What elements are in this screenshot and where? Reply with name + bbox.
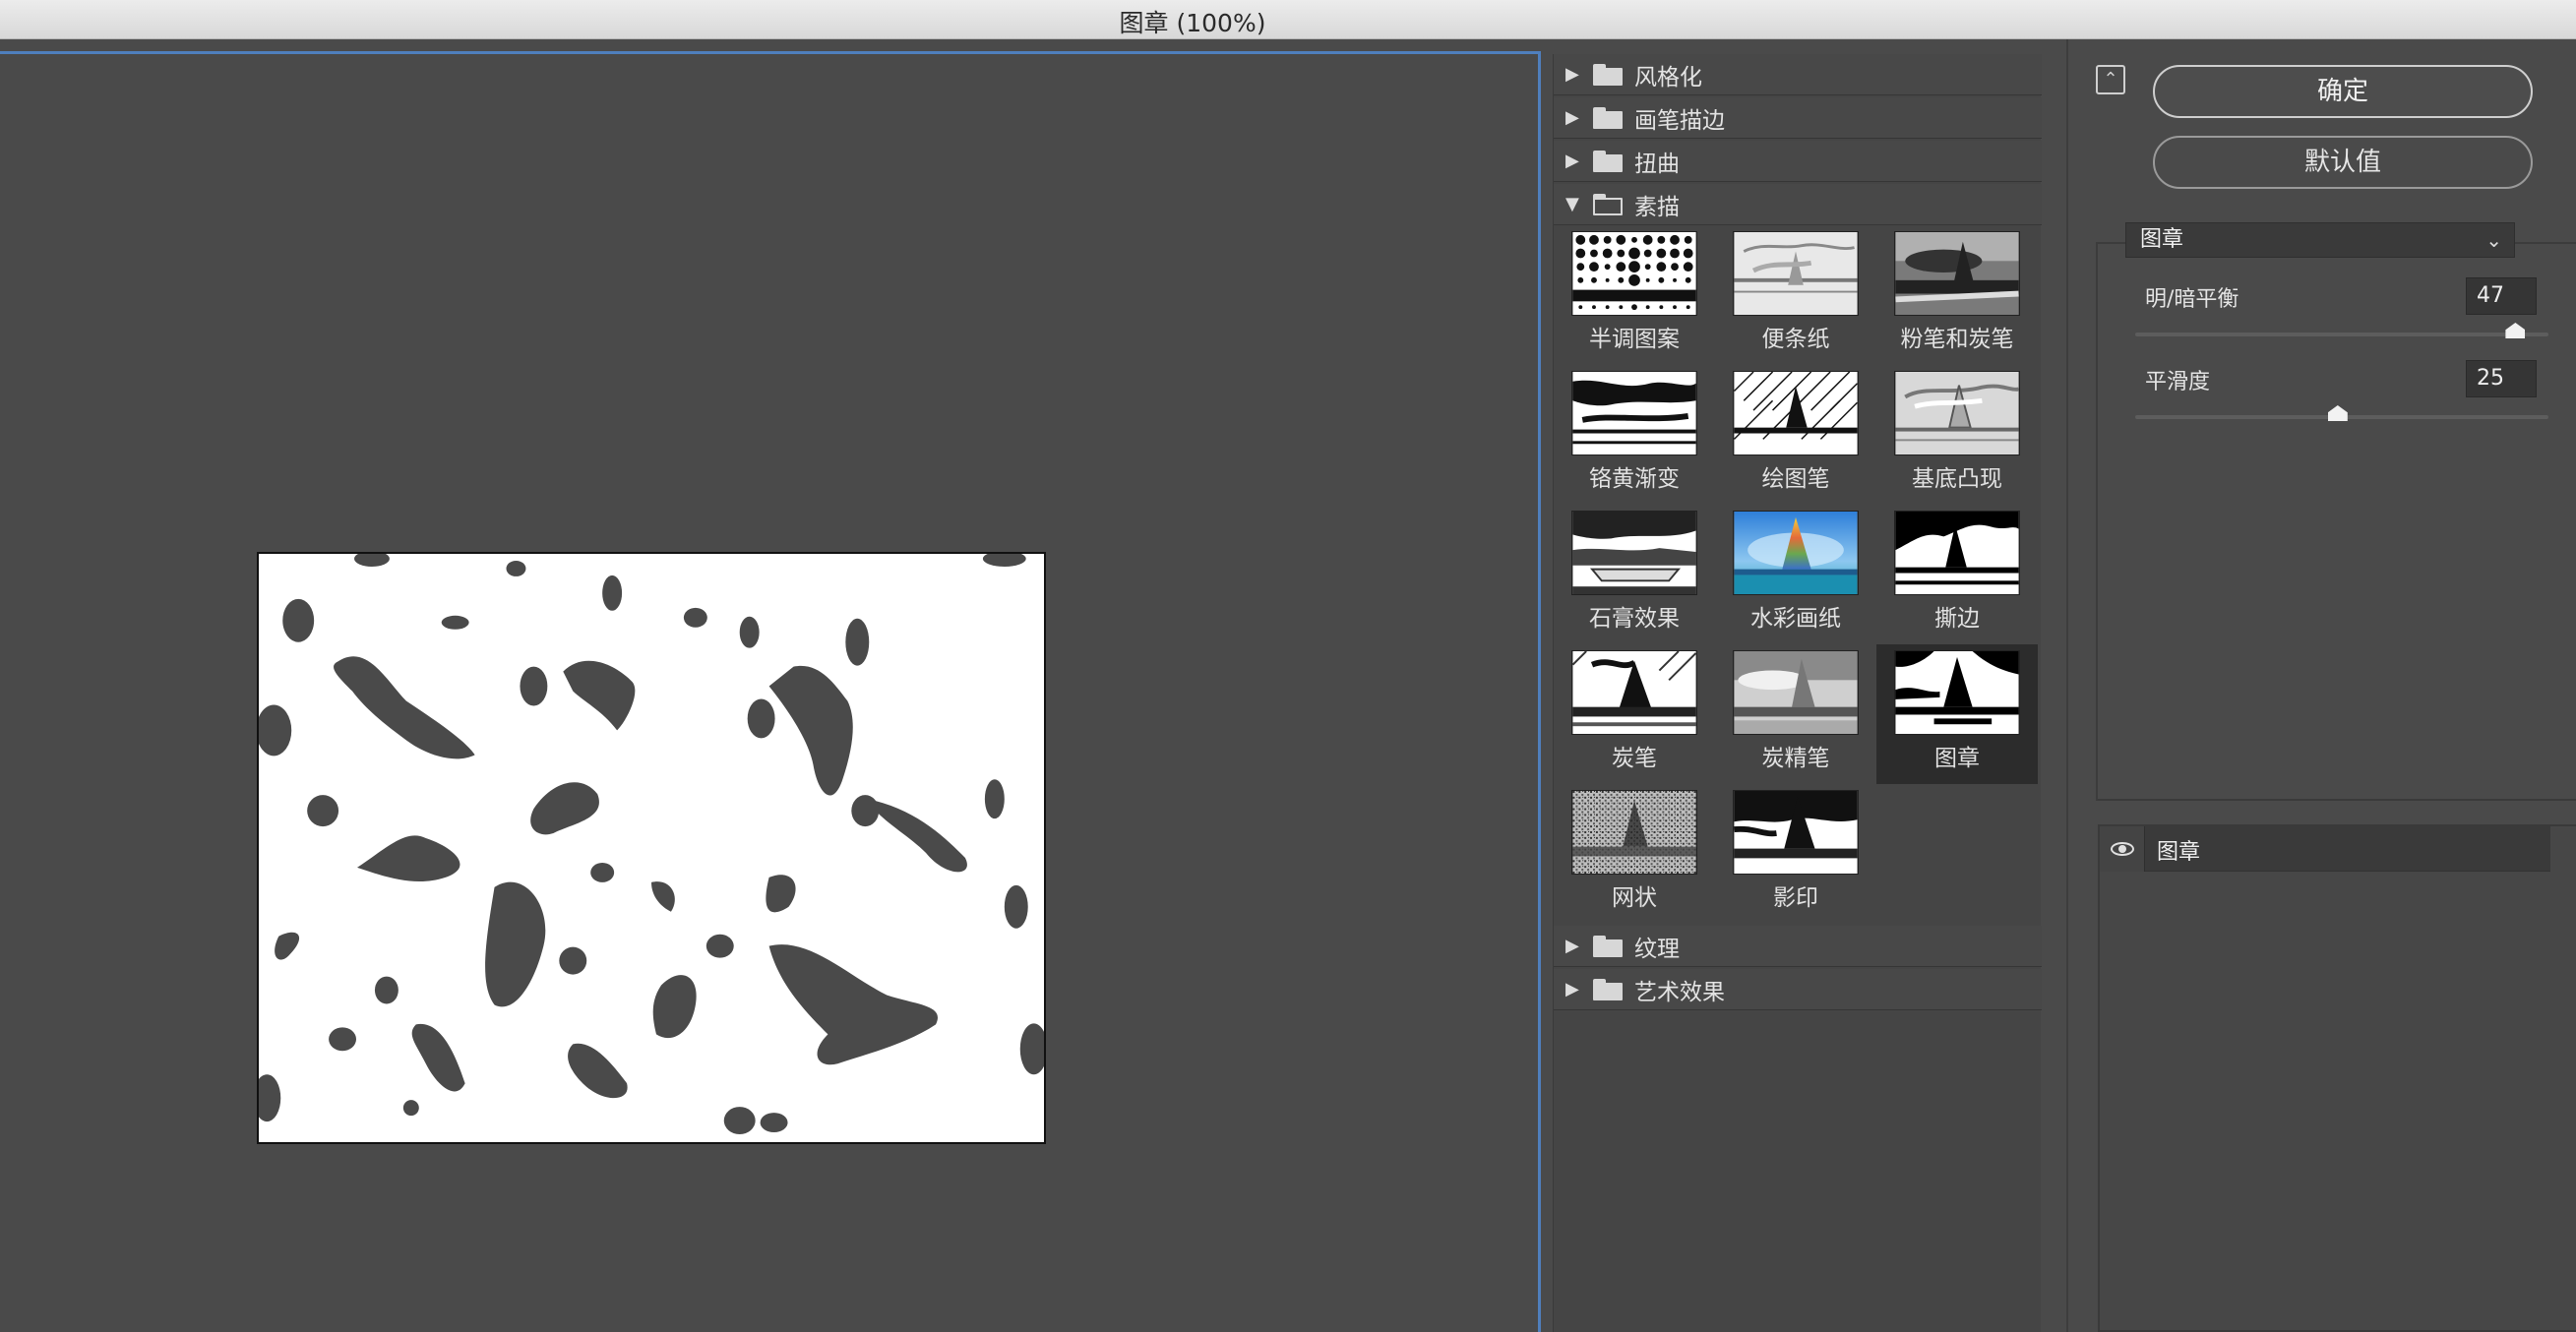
param-label-smoothness: 平滑度 [2145,370,2211,394]
filter-thumb-charcoal[interactable]: 炭笔 [1554,644,1715,784]
filter-thumb-image [1894,371,2020,455]
filter-thumb-label: 炭笔 [1612,746,1657,771]
collapse-up-icon[interactable]: ⌃ [2096,65,2125,94]
filter-thumb-image [1894,650,2020,735]
filter-thumb-image [1733,371,1859,455]
filter-group-label: 画笔描边 [1634,107,1725,134]
filter-thumb-label: 半调图案 [1589,327,1680,352]
filter-thumb-note-paper[interactable]: 便条纸 [1715,225,1876,365]
smoothness-input[interactable]: 25 [2466,360,2537,397]
chevron-down-icon: ⌄ [2485,228,2502,252]
light-dark-balance-slider[interactable] [2135,333,2548,336]
filter-thumb-chrome[interactable]: 铬黄渐变 [1554,365,1715,505]
folder-icon [1593,150,1623,172]
folder-icon [1593,978,1623,1000]
filter-group-label: 扭曲 [1634,151,1680,177]
light-dark-balance-input[interactable]: 47 [2466,277,2537,315]
filter-thumb-photocopy[interactable]: 影印 [1715,784,1876,924]
filter-thumb-label: 图章 [1934,746,1980,771]
filter-thumb-label: 绘图笔 [1761,466,1830,492]
filter-group-distort[interactable]: ▶ 扭曲 [1554,141,2042,182]
filter-thumb-label: 炭精笔 [1761,746,1830,771]
filter-group-label: 风格化 [1634,64,1702,91]
filter-thumb-image [1571,790,1697,875]
filter-thumb-halftone[interactable]: 半调图案 [1554,225,1715,365]
filter-thumb-image [1733,650,1859,735]
filter-thumb-image [1733,511,1859,595]
stamp-preview-image [259,554,1044,1142]
settings-panel: ⌃ 确定 默认值 图章 ⌄ 明/暗平衡 47 平滑度 25 图章 [2066,39,2576,1332]
filter-select-value: 图章 [2140,227,2184,252]
filter-thumb-label: 基底凸现 [1912,466,2002,492]
filter-thumb-image [1894,231,2020,316]
filter-thumb-conte-crayon[interactable]: 炭精笔 [1715,644,1876,784]
preview-canvas [257,552,1046,1144]
filter-thumb-label: 便条纸 [1761,327,1830,352]
filter-thumb-image [1571,371,1697,455]
expand-triangle-icon[interactable]: ▶ [1565,980,1579,998]
preview-area[interactable] [0,51,1541,1332]
panel-divider [2043,54,2066,1332]
filter-group-texture[interactable]: ▶ 纹理 [1554,926,2042,967]
filter-group-brush-strokes[interactable]: ▶ 画笔描边 [1554,97,2042,139]
folder-icon [1593,63,1623,86]
filter-thumb-chalk-charcoal[interactable]: 粉笔和炭笔 [1876,225,2038,365]
filter-thumb-image [1571,650,1697,735]
filter-thumb-label: 影印 [1773,885,1818,911]
folder-open-icon [1593,193,1623,215]
filter-thumb-plaster[interactable]: 石膏效果 [1554,505,1715,644]
effect-layer-name: 图章 [2157,840,2201,865]
filter-thumb-label: 铬黄渐变 [1589,466,1680,492]
folder-icon [1593,935,1623,957]
filter-thumb-reticulation[interactable]: 网状 [1554,784,1715,924]
filter-thumb-image [1733,790,1859,875]
effect-layer-row[interactable]: 图章 [2100,826,2550,872]
filter-gallery-panel: ▶ 风格化 ▶ 画笔描边 ▶ 扭曲 ▼ 素描 半调图案 便条纸 粉笔和炭笔 铬黄… [1553,54,2042,1332]
filter-thumb-torn-edges[interactable]: 撕边 [1876,505,2038,644]
filter-thumb-image [1894,511,2020,595]
folder-icon [1593,106,1623,129]
expand-triangle-icon[interactable]: ▶ [1565,151,1579,169]
filter-thumb-image [1571,511,1697,595]
filter-select[interactable]: 图章 ⌄ [2125,222,2515,258]
expand-triangle-icon[interactable]: ▶ [1565,108,1579,126]
filter-group-label: 素描 [1634,194,1680,220]
filter-thumb-graphic-pen[interactable]: 绘图笔 [1715,365,1876,505]
filter-group-artistic[interactable]: ▶ 艺术效果 [1554,969,2042,1010]
filter-thumb-label: 水彩画纸 [1750,606,1841,632]
filter-group-label: 纹理 [1634,936,1680,962]
filter-settings-box [2096,242,2576,801]
default-button[interactable]: 默认值 [2153,136,2533,189]
filter-thumb-stamp[interactable]: 图章 [1876,644,2038,784]
effect-layers-panel: 图章 [2098,824,2576,1332]
filter-thumb-image [1733,231,1859,316]
smoothness-slider[interactable] [2135,415,2548,419]
window-title: 图章 (100%) [1119,9,1266,37]
eye-icon[interactable] [2100,826,2145,872]
filter-thumb-water-paper[interactable]: 水彩画纸 [1715,505,1876,644]
filter-thumb-label: 粉笔和炭笔 [1900,327,2014,352]
filter-group-label: 艺术效果 [1634,979,1725,1005]
expand-triangle-icon[interactable]: ▶ [1565,65,1579,83]
expand-triangle-icon[interactable]: ▶ [1565,937,1579,954]
filter-group-sketch[interactable]: ▼ 素描 [1554,184,2042,225]
filter-thumb-image [1571,231,1697,316]
filter-thumb-label: 撕边 [1934,606,1980,632]
filter-thumb-bas-relief[interactable]: 基底凸现 [1876,365,2038,505]
filter-group-stylize[interactable]: ▶ 风格化 [1554,54,2042,95]
filter-thumb-label: 网状 [1612,885,1657,911]
ok-button[interactable]: 确定 [2153,65,2533,118]
collapse-triangle-icon[interactable]: ▼ [1565,195,1579,212]
window-titlebar: 图章 (100%) [0,0,2576,39]
param-label-light-dark-balance: 明/暗平衡 [2145,287,2239,312]
filter-thumb-label: 石膏效果 [1589,606,1680,632]
